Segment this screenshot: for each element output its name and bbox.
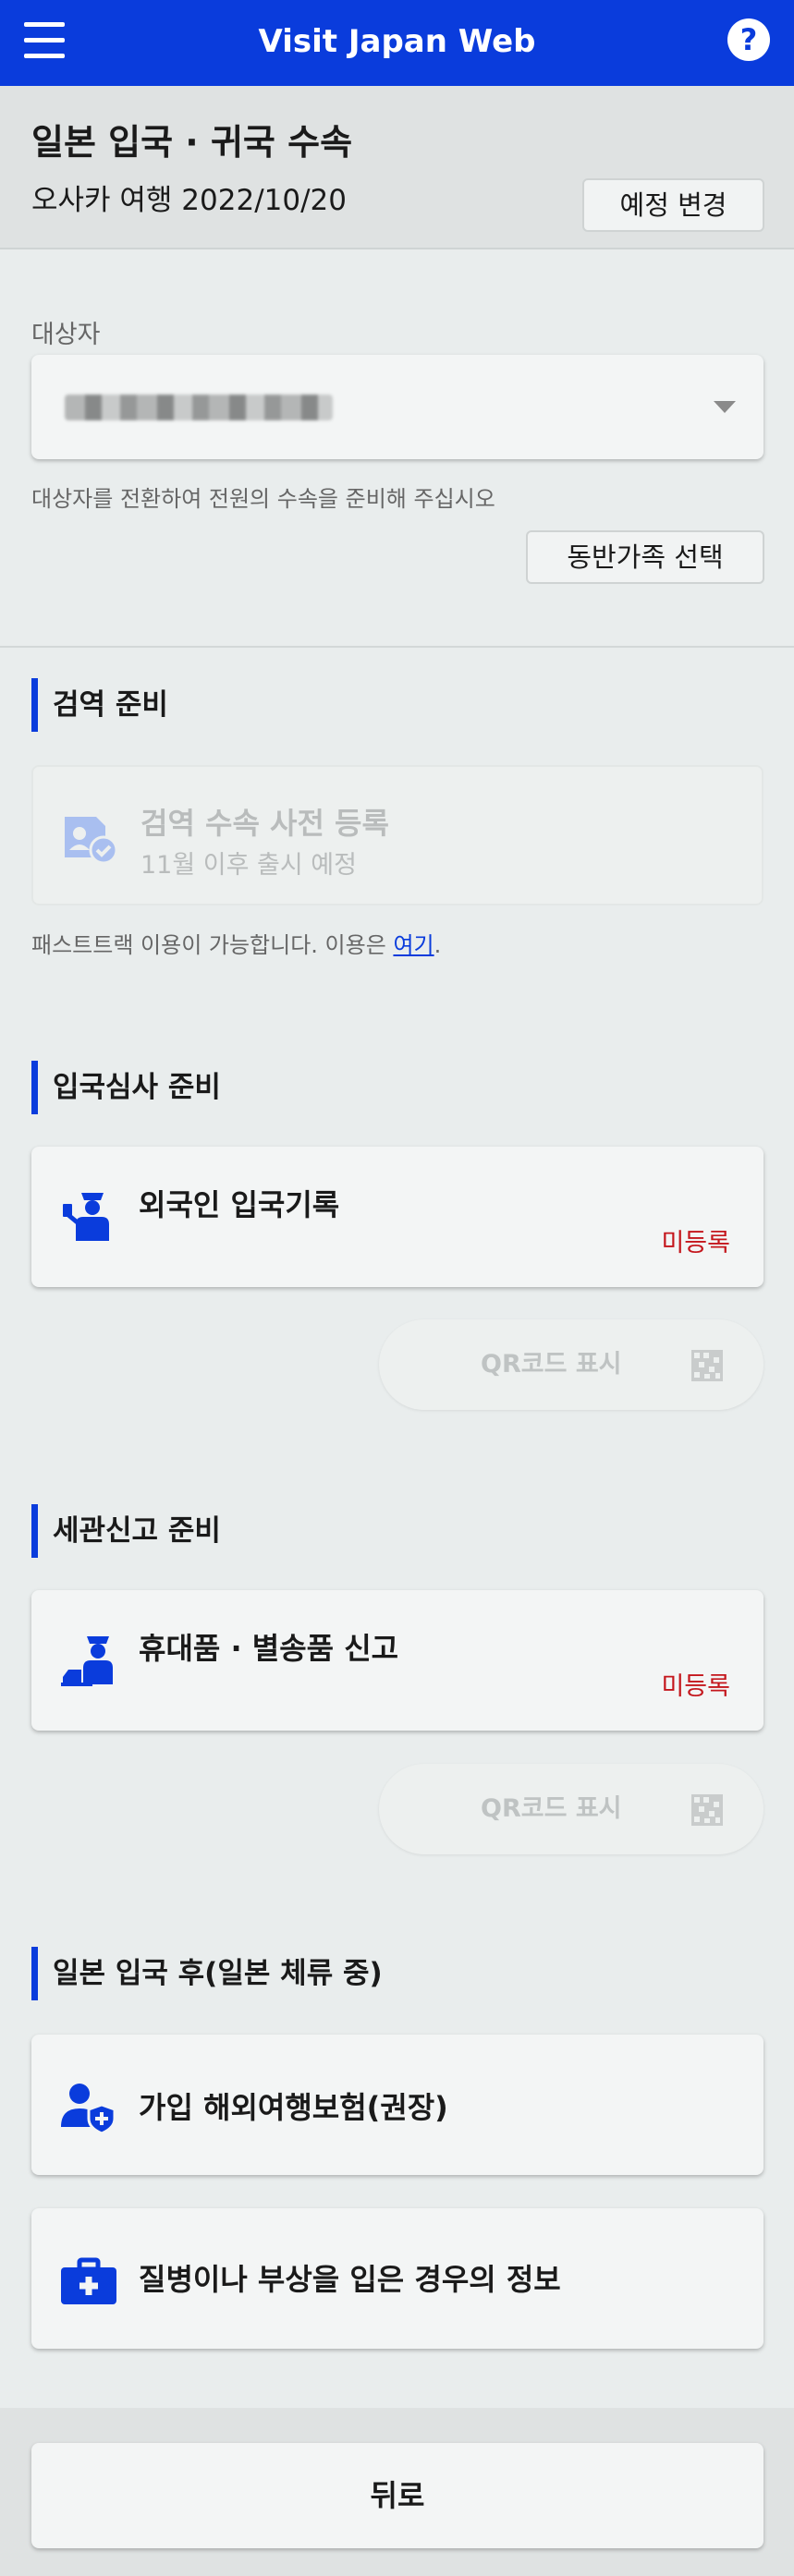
- qr-button-label: QR코드 표시: [481, 1794, 622, 1823]
- qr-code-button-customs: QR코드 표시: [379, 1764, 763, 1854]
- fasttrack-note: 패스트트랙 이용이 가능합니다. 이용은 여기.: [31, 927, 441, 959]
- divider: [0, 646, 794, 648]
- page-title: 일본 입국 · 귀국 수속: [31, 122, 353, 163]
- customs-officer-icon: [61, 1636, 113, 1686]
- change-plan-button[interactable]: 예정 변경: [582, 178, 764, 232]
- quarantine-card-subtitle: 11월 이후 출시 예정: [140, 851, 357, 880]
- app-title: Visit Japan Web: [258, 23, 536, 60]
- insurance-shield-icon: [61, 2084, 116, 2135]
- fasttrack-link[interactable]: 여기: [393, 932, 434, 958]
- status-badge: 미등록: [661, 1229, 730, 1258]
- customs-card-title: 휴대품 · 별송품 신고: [139, 1631, 399, 1666]
- quarantine-card-title: 검역 수속 사전 등록: [140, 806, 389, 841]
- insurance-card-title: 가입 해외여행보험(권장): [139, 2090, 448, 2125]
- trip-header: 일본 입국 · 귀국 수속 오사카 여행 2022/10/20 예정 변경: [0, 86, 794, 249]
- section-heading-customs: 세관신고 준비: [31, 1504, 221, 1558]
- help-icon[interactable]: ?: [727, 18, 770, 61]
- back-button[interactable]: 뒤로: [31, 2443, 763, 2548]
- status-badge: 미등록: [661, 1672, 730, 1701]
- footer: 뒤로: [0, 2408, 794, 2576]
- subject-name-redacted: [65, 395, 333, 420]
- qr-code-icon: [691, 1794, 723, 1826]
- select-family-button[interactable]: 동반가족 선택: [526, 530, 764, 584]
- trip-subtitle: 오사카 여행 2022/10/20: [31, 184, 347, 217]
- quarantine-registration-icon: [65, 817, 118, 865]
- fasttrack-note-end: .: [434, 932, 442, 958]
- subject-label: 대상자: [31, 321, 101, 349]
- medical-kit-icon: [61, 2257, 116, 2304]
- section-heading-quarantine: 검역 준비: [31, 678, 168, 732]
- app-header: Visit Japan Web ?: [0, 0, 794, 86]
- fasttrack-note-text: 패스트트랙 이용이 가능합니다. 이용은: [31, 932, 394, 958]
- medical-info-card[interactable]: 질병이나 부상을 입은 경우의 정보: [31, 2208, 763, 2349]
- travel-insurance-card[interactable]: 가입 해외여행보험(권장): [31, 2035, 763, 2175]
- section-heading-after-entry: 일본 입국 후(일본 체류 중): [31, 1947, 383, 2000]
- qr-code-icon: [691, 1350, 723, 1381]
- immigration-record-card[interactable]: 외국인 입국기록 미등록: [31, 1147, 763, 1287]
- quarantine-registration-card: 검역 수속 사전 등록 11월 이후 출시 예정: [31, 765, 763, 905]
- immigration-officer-icon: [63, 1193, 109, 1241]
- section-heading-immigration: 입국심사 준비: [31, 1061, 221, 1114]
- immigration-card-title: 외국인 입국기록: [139, 1187, 340, 1222]
- medical-card-title: 질병이나 부상을 입은 경우의 정보: [139, 2262, 561, 2297]
- qr-code-button-immigration: QR코드 표시: [379, 1319, 763, 1410]
- subject-select[interactable]: [31, 355, 763, 459]
- caret-down-icon: [714, 401, 736, 413]
- subject-hint: 대상자를 전환하여 전원의 수속을 준비해 주십시오: [31, 486, 495, 512]
- qr-button-label: QR코드 표시: [481, 1350, 622, 1379]
- customs-declaration-card[interactable]: 휴대품 · 별송품 신고 미등록: [31, 1590, 763, 1731]
